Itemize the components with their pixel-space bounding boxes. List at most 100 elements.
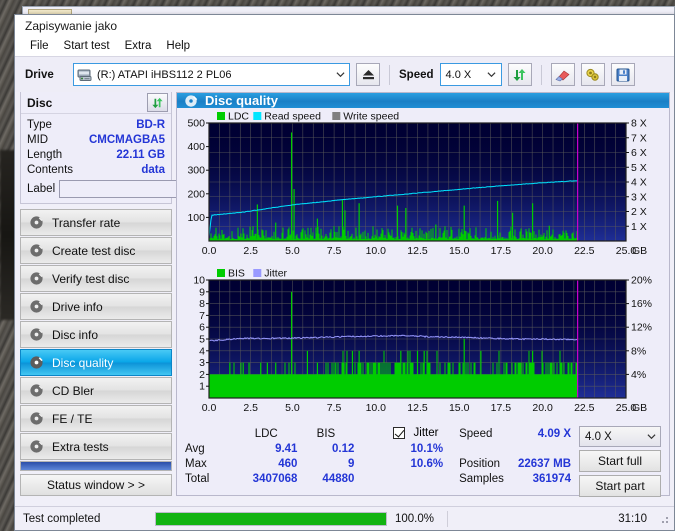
disc-label-key: Label [27, 183, 56, 195]
progress-percent: 100.0% [395, 512, 435, 525]
drive-select[interactable]: (R:) ATAPI iHBS112 2 PL06 [73, 63, 350, 86]
svg-text:Read speed: Read speed [264, 111, 321, 123]
drive-label: Drive [25, 68, 54, 81]
svg-text:400: 400 [187, 141, 205, 153]
stat-row-samples: Samples 361974 [459, 471, 571, 486]
toolbar-separator-2 [540, 64, 542, 85]
col-header-ldc: LDC [254, 427, 278, 440]
svg-text:17.5: 17.5 [491, 245, 512, 257]
menu-start-test[interactable]: Start test [57, 39, 117, 54]
jitter-label: Jitter [413, 427, 439, 440]
disc-quality-icon [184, 94, 198, 108]
sidebar-item-fe-te[interactable]: FE / TE [20, 405, 172, 432]
svg-text:200: 200 [187, 188, 205, 200]
svg-text:5.0: 5.0 [285, 245, 300, 257]
disc-quality-bis-jitter-chart[interactable]: BIS Jitter 1 2 3 4 5 6 7 8 9 10 4% 8% 12% 16% 20% 0.0 2.5 5… [177, 265, 669, 422]
avg-bis-value: 0.12 [332, 442, 355, 455]
svg-text:8: 8 [199, 298, 205, 310]
window-body: Disc Type BD-R MID CMCMAGBA5 Length 22.1… [15, 92, 674, 497]
sidebar-item-drive-info[interactable]: Drive info [20, 293, 172, 320]
speed-select-value: 4.0 X [445, 68, 472, 81]
start-full-button[interactable]: Start full [579, 450, 661, 472]
svg-text:17.5: 17.5 [491, 402, 512, 414]
error-stats-table: LDC BIS Jitter Avg 9.41 0.12 10.1% Max 4… [185, 426, 449, 486]
start-part-button[interactable]: Start part [579, 475, 661, 497]
result-speed-select[interactable]: 4.0 X [579, 426, 661, 447]
run-stats-table: Speed 4.09 X Position 22637 MB Samples 3… [459, 426, 571, 486]
svg-text:1: 1 [199, 381, 205, 393]
jitter-checkbox[interactable] [393, 427, 406, 440]
progress-bar [155, 511, 387, 526]
disc-test-icon [29, 383, 44, 398]
resize-grip[interactable] [661, 513, 671, 524]
stat-row-position: Position 22637 MB [459, 456, 571, 471]
status-window-button[interactable]: Status window > > [20, 474, 172, 496]
svg-text:0.0: 0.0 [202, 245, 217, 257]
svg-text:0.0: 0.0 [202, 402, 217, 414]
table-header-row: LDC BIS Jitter [185, 426, 449, 441]
sidebar-item-disc-info[interactable]: Disc info [20, 321, 172, 348]
menu-file[interactable]: File [23, 39, 56, 54]
sidebar-item-transfer-rate[interactable]: Transfer rate [20, 209, 172, 236]
sidebar-item-cd-bler[interactable]: CD Bler [20, 377, 172, 404]
sidebar-item-verify-test-disc[interactable]: Verify test disc [20, 265, 172, 292]
stats-panel: LDC BIS Jitter Avg 9.41 0.12 10.1% Max 4… [177, 422, 669, 497]
sidebar-item-create-test-disc[interactable]: Create test disc [20, 237, 172, 264]
sidebar: Disc Type BD-R MID CMCMAGBA5 Length 22.1… [15, 92, 230, 496]
chevron-down-icon[interactable] [642, 427, 660, 446]
avg-jitter-value: 10.1% [410, 442, 444, 455]
table-row-max: Max 460 9 10.6% [185, 456, 449, 471]
svg-text:8%: 8% [631, 345, 646, 357]
disc-refresh-button[interactable] [147, 93, 168, 112]
disc-quality-ldc-chart[interactable]: LDC Read speed Write speed 100 200 300 400 500 1… [177, 108, 669, 265]
disc-label-row: Label [21, 177, 230, 203]
svg-text:15.0: 15.0 [449, 245, 470, 257]
svg-text:20%: 20% [631, 275, 652, 287]
svg-text:4: 4 [199, 345, 205, 357]
svg-text:GB: GB [632, 245, 647, 257]
speed-select[interactable]: 4.0 X [439, 63, 502, 86]
main-panel-header: Disc quality [177, 93, 669, 108]
chevron-down-icon[interactable] [483, 64, 501, 85]
svg-text:3 X: 3 X [631, 191, 647, 203]
eraser-button[interactable] [550, 63, 575, 86]
drive-icon [77, 68, 93, 82]
eject-button[interactable] [356, 63, 380, 86]
total-bis-value: 44880 [322, 472, 355, 485]
chevron-down-icon[interactable] [331, 64, 349, 85]
disc-panel-header: Disc [21, 92, 171, 114]
sidebar-item-label: Create test disc [52, 243, 136, 258]
sidebar-item-extra-tests[interactable]: Extra tests [20, 433, 172, 460]
result-speed-value: 4.0 X [585, 430, 612, 443]
disc-info-panel: Disc Type BD-R MID CMCMAGBA5 Length 22.1… [20, 92, 230, 204]
svg-text:2.5: 2.5 [243, 245, 258, 257]
sidebar-item-label: Disc quality [52, 355, 114, 370]
svg-text:4%: 4% [631, 369, 646, 381]
svg-text:5: 5 [199, 334, 205, 346]
settings-gears-button[interactable] [580, 63, 605, 86]
menu-extra[interactable]: Extra [118, 39, 159, 54]
svg-text:300: 300 [187, 165, 205, 177]
row-label-avg: Avg [185, 442, 205, 455]
main-panel-title: Disc quality [205, 93, 278, 108]
refresh-button[interactable] [507, 63, 532, 86]
max-bis-value: 9 [348, 457, 355, 470]
svg-text:Write speed: Write speed [343, 111, 399, 123]
row-label-total: Total [185, 472, 210, 485]
svg-text:7.5: 7.5 [327, 245, 342, 257]
table-row-total: Total 3407068 44880 [185, 471, 449, 486]
save-button[interactable] [610, 63, 635, 86]
sidebar-item-label: Disc info [52, 327, 99, 342]
disc-row-length-key: Length [27, 148, 63, 161]
menu-help[interactable]: Help [159, 39, 197, 54]
stat-row-spacer [459, 441, 571, 456]
row-label-max: Max [185, 457, 207, 470]
sidebar-item-disc-quality[interactable]: Disc quality [20, 349, 172, 376]
svg-text:20.0: 20.0 [532, 245, 553, 257]
speed-label: Speed [399, 68, 434, 81]
sidebar-item-label: Transfer rate [52, 215, 121, 230]
svg-text:9: 9 [199, 286, 205, 298]
sidebar-item-label: Verify test disc [52, 271, 130, 286]
disc-row-mid-value: CMCMAGBA5 [88, 133, 165, 146]
disc-test-icon [29, 439, 44, 454]
